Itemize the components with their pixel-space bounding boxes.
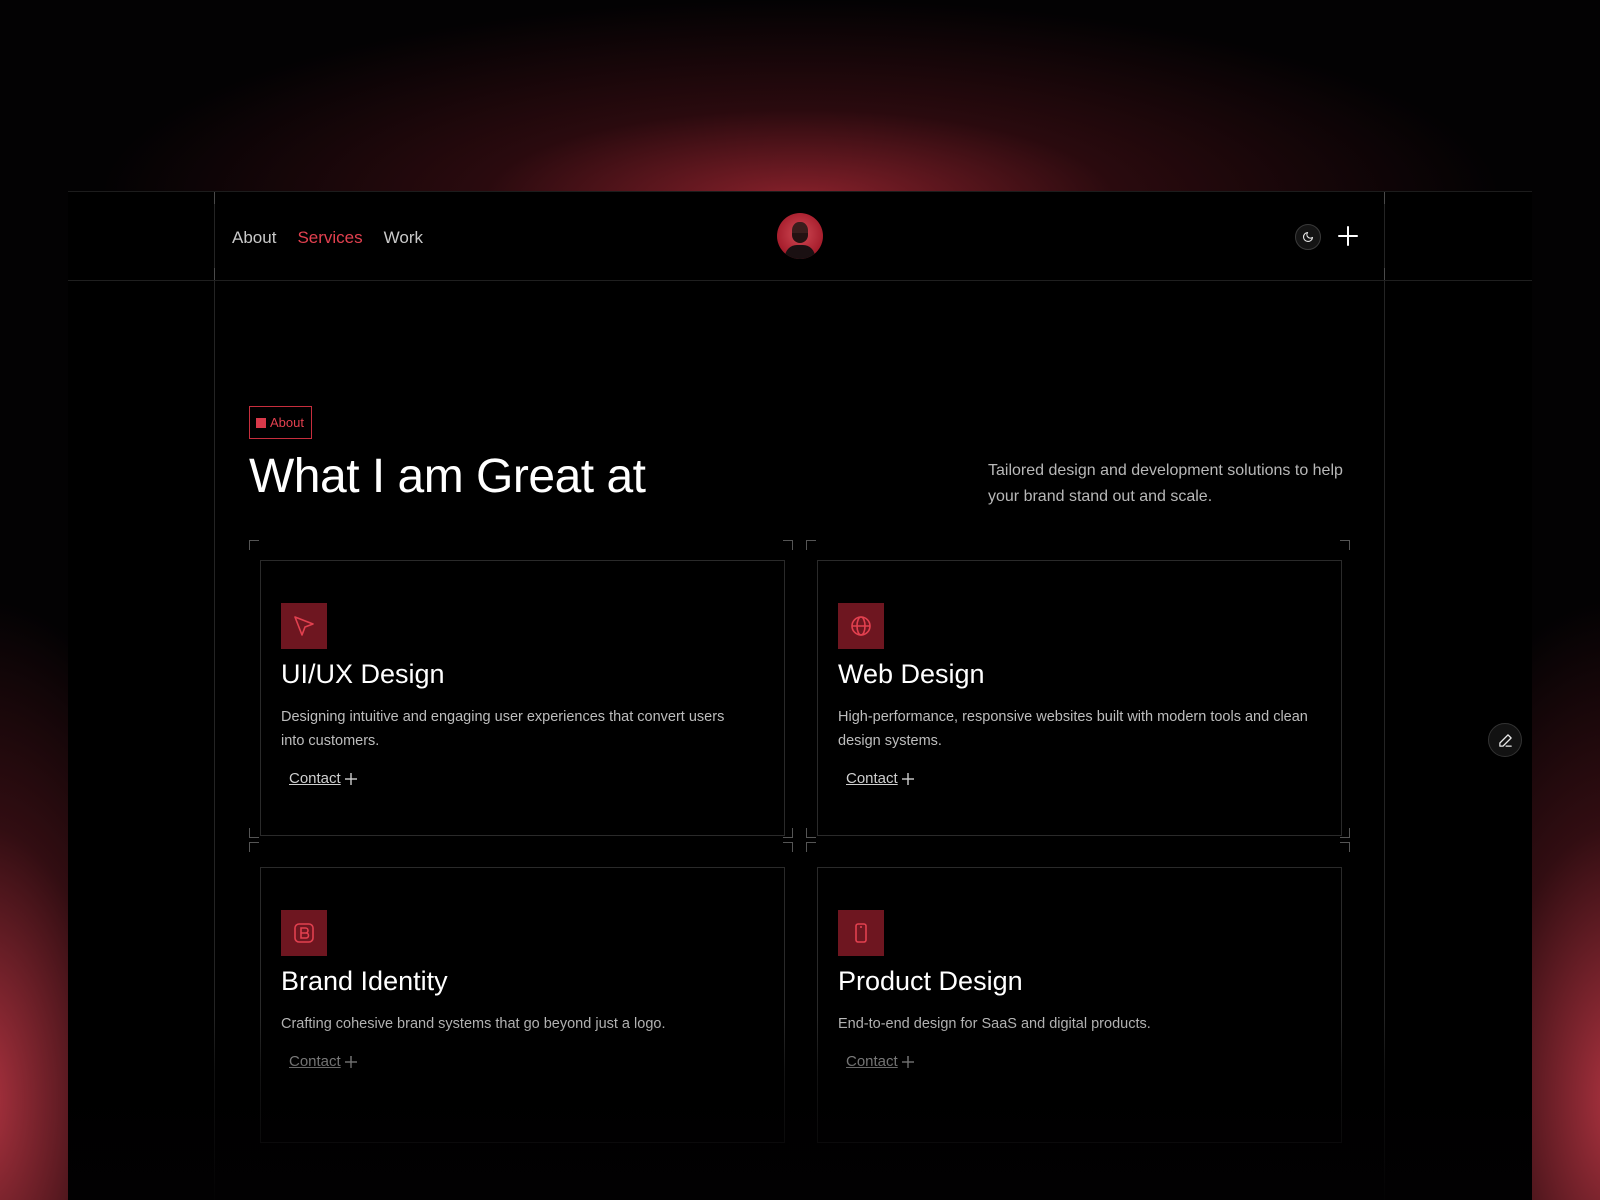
service-card-uiux: UI/UX Design Designing intuitive and eng… xyxy=(260,560,785,836)
brand-b-icon xyxy=(294,923,314,943)
globe-icon xyxy=(851,616,871,636)
main-nav: About Services Work xyxy=(232,228,423,248)
frame-corner xyxy=(806,540,816,550)
frame-corner xyxy=(806,842,816,852)
service-title: Brand Identity xyxy=(281,966,448,996)
section-subtitle: Tailored design and development solution… xyxy=(988,462,1343,505)
plus-icon xyxy=(344,1055,357,1068)
contact-link[interactable]: Contact xyxy=(846,770,914,787)
service-card-web: Web Design High-performance, responsive … xyxy=(817,560,1342,836)
guide-tick xyxy=(214,192,215,204)
guide-tick xyxy=(214,268,215,280)
service-title: Product Design xyxy=(838,966,1023,996)
plus-icon xyxy=(344,772,357,785)
frame-corner xyxy=(783,540,793,550)
nav-item-about[interactable]: About xyxy=(232,228,276,248)
avatar-body xyxy=(785,245,815,259)
contact-link[interactable]: Contact xyxy=(846,1053,914,1070)
section-heading: What I am Great at xyxy=(249,450,646,503)
frame-corner xyxy=(249,828,259,838)
service-icon-box xyxy=(838,603,884,649)
service-description: Crafting cohesive brand systems that go … xyxy=(281,1016,666,1032)
edit-button[interactable] xyxy=(1488,723,1522,757)
section-tag-label: About xyxy=(270,415,304,430)
service-description: Designing intuitive and engaging user ex… xyxy=(281,709,725,749)
avatar-beard xyxy=(792,233,808,243)
service-icon-box xyxy=(281,603,327,649)
service-description: End-to-end design for SaaS and digital p… xyxy=(838,1016,1151,1032)
contact-link[interactable]: Contact xyxy=(289,1053,357,1070)
service-title: Web Design xyxy=(838,659,985,689)
guide-line-right xyxy=(1384,192,1385,1200)
contact-label: Contact xyxy=(289,1053,341,1070)
frame-corner xyxy=(1340,540,1350,550)
contact-label: Contact xyxy=(289,770,341,787)
menu-plus-button[interactable] xyxy=(1334,222,1362,250)
avatar[interactable] xyxy=(777,213,823,259)
contact-link[interactable]: Contact xyxy=(289,770,357,787)
guide-tick xyxy=(1384,268,1385,280)
tag-square-icon xyxy=(256,417,266,428)
contact-label: Contact xyxy=(846,1053,898,1070)
nav-item-services[interactable]: Services xyxy=(297,228,362,248)
cursor-arrow-icon xyxy=(294,616,314,636)
service-description: High-performance, responsive websites bu… xyxy=(838,709,1308,749)
frame-corner xyxy=(783,842,793,852)
section-tag: About xyxy=(249,406,312,439)
pencil-icon xyxy=(1498,733,1512,747)
moon-icon xyxy=(1302,231,1314,243)
plus-icon xyxy=(1338,226,1358,246)
frame-corner xyxy=(806,828,816,838)
frame-corner xyxy=(1340,842,1350,852)
service-card-brand: Brand Identity Crafting cohesive brand s… xyxy=(260,867,785,1143)
plus-icon xyxy=(901,772,914,785)
contact-label: Contact xyxy=(846,770,898,787)
plus-icon xyxy=(901,1055,914,1068)
header-divider xyxy=(68,280,1532,281)
page-frame: About Services Work About What I am Grea… xyxy=(68,191,1532,1200)
service-card-product: Product Design End-to-end design for Saa… xyxy=(817,867,1342,1143)
guide-tick xyxy=(1384,192,1385,204)
guide-line-left xyxy=(214,192,215,1200)
service-icon-box xyxy=(281,910,327,956)
theme-toggle-button[interactable] xyxy=(1295,224,1321,250)
service-title: UI/UX Design xyxy=(281,659,445,689)
frame-corner xyxy=(249,540,259,550)
nav-item-work[interactable]: Work xyxy=(384,228,423,248)
frame-corner xyxy=(249,842,259,852)
service-icon-box xyxy=(838,910,884,956)
mobile-phone-icon xyxy=(855,923,867,943)
